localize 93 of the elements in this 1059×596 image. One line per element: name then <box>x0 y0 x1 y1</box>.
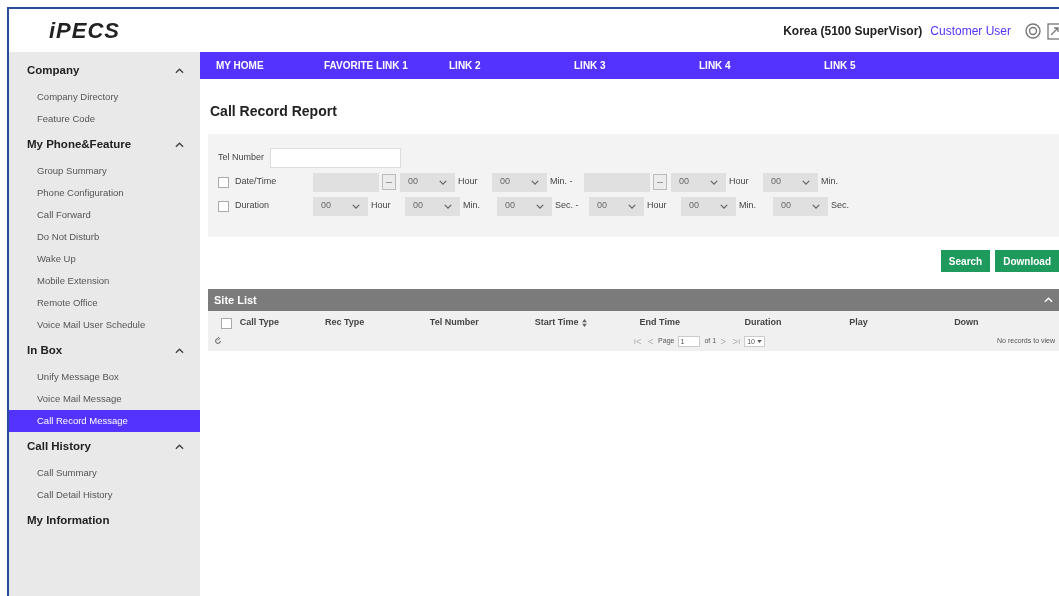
first-page-icon[interactable] <box>634 338 643 344</box>
chevron-down-icon <box>710 179 718 185</box>
checkbox[interactable] <box>218 176 229 188</box>
previous-page-icon[interactable] <box>646 338 655 344</box>
user-link[interactable]: Customer User <box>930 21 1011 40</box>
sidebar-section[interactable]: My Phone&Feature <box>9 130 200 160</box>
sidebar-item[interactable]: Voice Mail User Schedule <box>9 314 200 336</box>
settings-icon[interactable] <box>1025 22 1041 39</box>
sidebar-item[interactable]: Call Record Message <box>9 410 200 432</box>
action-button[interactable]: Download <box>995 250 1059 272</box>
site-name: Korea (5100 SuperVisor) <box>783 22 923 40</box>
select-field[interactable]: 00 <box>313 196 368 216</box>
unit-label: Sec. - <box>555 199 580 213</box>
select-field[interactable]: 00 <box>400 172 455 192</box>
sidebar-section[interactable]: Company <box>9 56 200 86</box>
grid-header-bar: Site List <box>208 289 1059 311</box>
select-field[interactable]: 00 <box>405 196 460 216</box>
column-header[interactable]: Down <box>954 316 1059 330</box>
sidebar-item[interactable]: Feature Code <box>9 108 200 130</box>
sidebar-item[interactable]: Call Detail History <box>9 484 200 506</box>
sidebar-item[interactable]: Do Not Disturb <box>9 226 200 248</box>
chevron-down-icon <box>628 203 636 209</box>
sort-icon[interactable] <box>581 319 587 327</box>
select-field[interactable]: 00 <box>589 196 644 216</box>
dropdown-arrow-icon <box>756 339 762 343</box>
sidebar-item[interactable]: Call Forward <box>9 204 200 226</box>
nav-link[interactable]: MY HOME <box>216 58 324 73</box>
nav-link[interactable]: LINK 4 <box>699 58 824 73</box>
chevron-up-icon <box>175 68 184 74</box>
chevron-up-icon <box>175 348 184 354</box>
sidebar-item[interactable]: Remote Office <box>9 292 200 314</box>
nav-link[interactable]: LINK 3 <box>574 58 699 73</box>
date-picker-button[interactable] <box>653 174 667 190</box>
select-field[interactable]: 00 <box>763 172 818 192</box>
unit-label: Min. <box>739 199 757 213</box>
field-label: Date/Time <box>235 175 278 189</box>
select-field[interactable]: 00 <box>681 196 736 216</box>
field-label: Duration <box>235 199 271 213</box>
chevron-down-icon <box>444 203 452 209</box>
unit-label: Min. <box>821 175 839 189</box>
sidebar-item[interactable]: Mobile Extension <box>9 270 200 292</box>
sidebar-item[interactable]: Wake Up <box>9 248 200 270</box>
sidebar-item[interactable]: Phone Configuration <box>9 182 200 204</box>
select-field[interactable]: 00 <box>497 196 552 216</box>
select-field[interactable]: 00 <box>671 172 726 192</box>
sidebar-item[interactable]: Call Summary <box>9 462 200 484</box>
checkbox[interactable] <box>220 317 232 329</box>
unit-label: Hour <box>729 175 750 189</box>
chevron-down-icon <box>352 203 360 209</box>
chevron-up-icon <box>175 142 184 148</box>
page-title: Call Record Report <box>210 102 338 121</box>
column-header[interactable]: Duration <box>744 316 850 330</box>
nav-link[interactable]: FAVORITE LINK 1 <box>324 58 449 73</box>
chevron-down-icon <box>812 203 820 209</box>
unit-label: Sec. <box>831 199 850 213</box>
nav-link[interactable]: LINK 2 <box>449 58 574 73</box>
unit-label: Hour <box>371 199 392 213</box>
field-label: Tel Number <box>218 151 264 165</box>
chevron-down-icon <box>720 203 728 209</box>
column-header[interactable]: Start Time <box>534 316 640 330</box>
sidebar-section[interactable]: My Information <box>9 506 200 536</box>
input-field[interactable] <box>270 148 401 168</box>
sidebar-item[interactable]: Group Summary <box>9 160 200 182</box>
column-header[interactable]: Call Type <box>239 316 325 330</box>
column-header[interactable]: End Time <box>639 316 745 330</box>
chevron-down-icon <box>536 203 544 209</box>
unit-label: Min. <box>463 199 481 213</box>
unit-label: Hour <box>647 199 668 213</box>
unit-label: Min. - <box>550 175 574 189</box>
chevron-up-icon <box>175 444 184 450</box>
checkbox[interactable] <box>218 200 229 212</box>
column-header[interactable]: Play <box>849 316 955 330</box>
chevron-down-icon <box>531 179 539 185</box>
sidebar-item[interactable]: Unify Message Box <box>9 366 200 388</box>
sidebar-item[interactable]: Company Directory <box>9 86 200 108</box>
sidebar-item[interactable]: Voice Mail Message <box>9 388 200 410</box>
next-page-icon[interactable] <box>720 338 729 344</box>
date-picker-button[interactable] <box>382 174 396 190</box>
sidebar-section[interactable]: Call History <box>9 432 200 462</box>
sidebar-section[interactable]: In Box <box>9 336 200 366</box>
select-field[interactable]: 00 <box>492 172 547 192</box>
chevron-down-icon <box>439 179 447 185</box>
column-header[interactable]: Tel Number <box>429 316 535 330</box>
action-button[interactable]: Search <box>940 250 991 272</box>
refresh-icon[interactable] <box>214 337 222 345</box>
chevron-down-icon <box>802 179 810 185</box>
export-icon[interactable] <box>1047 21 1059 40</box>
nav-link[interactable]: LINK 5 <box>824 58 949 73</box>
last-page-icon[interactable] <box>732 338 741 344</box>
unit-label: Hour <box>458 175 479 189</box>
logo: iPECS <box>49 17 121 45</box>
select-field[interactable]: 00 <box>773 196 828 216</box>
column-header[interactable]: Rec Type <box>324 316 430 330</box>
